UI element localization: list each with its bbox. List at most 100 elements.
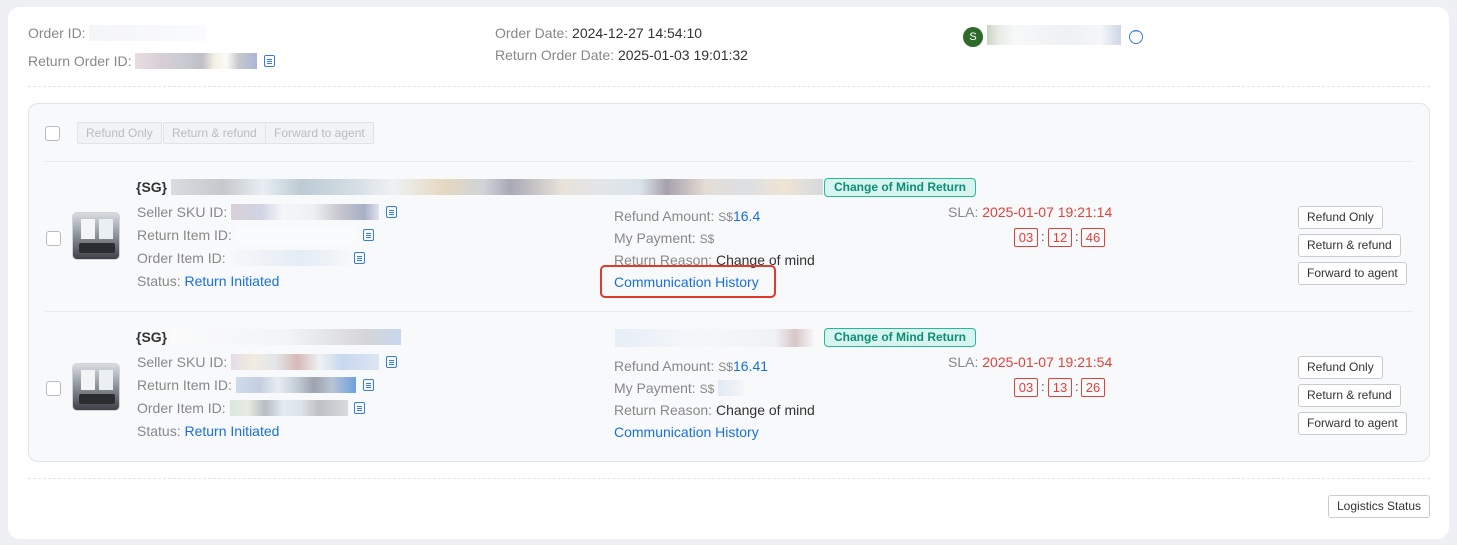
seller-sku-row: Seller SKU ID: bbox=[137, 204, 398, 220]
return-item-id-redacted bbox=[235, 377, 356, 393]
product-title-redacted bbox=[171, 179, 824, 195]
items-divider bbox=[45, 161, 1413, 162]
currency: S$ bbox=[718, 210, 733, 224]
my-payment-label: My Payment: bbox=[614, 230, 696, 246]
product-thumbnail bbox=[72, 363, 120, 411]
timer-minutes: 12 bbox=[1048, 228, 1072, 247]
order-id-label: Order ID: bbox=[28, 25, 86, 41]
return-item-id-label: Return Item ID: bbox=[137, 227, 232, 243]
order-item-id-label: Order Item ID: bbox=[137, 400, 226, 416]
order-date-row: Order Date: 2024-12-27 14:54:10 bbox=[495, 25, 702, 41]
status-value[interactable]: Return Initiated bbox=[184, 273, 279, 289]
sla-value: 2025-01-07 19:21:14 bbox=[982, 204, 1113, 220]
forward-agent-button[interactable]: Forward to agent bbox=[1298, 262, 1407, 285]
refund-amount-row: Refund Amount: S$16.41 bbox=[614, 358, 768, 374]
sla-row: SLA: 2025-01-07 19:21:14 bbox=[948, 204, 1112, 220]
return-item-id-row: Return Item ID: bbox=[137, 227, 374, 243]
timer-minutes: 13 bbox=[1048, 378, 1072, 397]
refund-amount-value: 16.41 bbox=[732, 358, 769, 374]
return-order-date-row: Return Order Date: 2025-01-03 19:01:32 bbox=[495, 47, 748, 63]
item-checkbox[interactable] bbox=[46, 381, 61, 396]
refund-amount-row: Refund Amount: S$16.4 bbox=[614, 208, 760, 224]
select-all-checkbox[interactable] bbox=[45, 126, 60, 141]
sla-value: 2025-01-07 19:21:54 bbox=[982, 354, 1113, 370]
status-value[interactable]: Return Initiated bbox=[184, 423, 279, 439]
seller-sku-row: Seller SKU ID: bbox=[137, 354, 398, 370]
forward-agent-button[interactable]: Forward to agent bbox=[1298, 412, 1407, 435]
return-refund-button[interactable]: Return & refund bbox=[1298, 234, 1401, 257]
return-order-date-value: 2025-01-03 19:01:32 bbox=[617, 47, 748, 63]
order-id-row: Order ID: bbox=[28, 25, 208, 41]
timer-colon: : bbox=[1041, 229, 1045, 244]
copy-icon[interactable] bbox=[264, 55, 276, 67]
refund-amount-label: Refund Amount: bbox=[614, 208, 715, 224]
timer-seconds: 46 bbox=[1081, 228, 1105, 247]
return-refund-button[interactable]: Return & refund bbox=[1298, 384, 1401, 407]
product-thumbnail bbox=[72, 212, 120, 260]
product-title[interactable]: {SG} bbox=[136, 179, 824, 195]
sla-label: SLA: bbox=[948, 354, 979, 370]
buyer-avatar: S bbox=[963, 27, 983, 47]
my-payment-label: My Payment: bbox=[614, 380, 696, 396]
bulk-return-refund-button[interactable]: Return & refund bbox=[163, 122, 266, 144]
product-title[interactable]: {SG} bbox=[136, 329, 402, 345]
return-type-tag: Change of Mind Return bbox=[824, 178, 976, 197]
refund-amount-label: Refund Amount: bbox=[614, 358, 715, 374]
return-order-card: Order ID: Return Order ID: Order Date: 2… bbox=[8, 7, 1449, 539]
buyer-name-redacted bbox=[987, 25, 1121, 45]
copy-icon[interactable] bbox=[386, 356, 398, 368]
bulk-forward-agent-button[interactable]: Forward to agent bbox=[265, 122, 374, 144]
sla-label: SLA: bbox=[948, 204, 979, 220]
my-payment-row: My Payment: S$ bbox=[614, 380, 745, 396]
return-reason-row: Return Reason: Change of mind bbox=[614, 402, 815, 418]
timer-seconds: 26 bbox=[1081, 378, 1105, 397]
refund-only-button[interactable]: Refund Only bbox=[1298, 206, 1383, 229]
order-date-label: Order Date: bbox=[495, 25, 569, 41]
bulk-refund-only-button[interactable]: Refund Only bbox=[77, 122, 162, 144]
timer-hours: 03 bbox=[1014, 378, 1038, 397]
return-type-tag: Change of Mind Return bbox=[824, 328, 976, 347]
timer-colon: : bbox=[1075, 229, 1079, 244]
copy-icon[interactable] bbox=[354, 402, 366, 414]
order-item-id-redacted bbox=[229, 400, 348, 416]
currency: S$ bbox=[699, 232, 715, 246]
communication-history-link[interactable]: Communication History bbox=[614, 424, 759, 440]
chat-icon[interactable] bbox=[1129, 26, 1143, 44]
highlight-box bbox=[600, 265, 776, 298]
timer-colon: : bbox=[1041, 379, 1045, 394]
return-reason-value: Change of mind bbox=[715, 402, 815, 418]
seller-sku-label: Seller SKU ID: bbox=[137, 354, 228, 370]
logistics-status-button[interactable]: Logistics Status bbox=[1328, 495, 1431, 518]
return-order-id-redacted bbox=[135, 53, 258, 69]
status-row: Status: Return Initiated bbox=[137, 273, 279, 289]
product-title-redacted bbox=[615, 329, 815, 347]
return-order-id-label: Return Order ID: bbox=[28, 53, 132, 69]
order-id-redacted bbox=[89, 25, 208, 41]
refund-only-button[interactable]: Refund Only bbox=[1298, 356, 1383, 379]
my-payment-row: My Payment: S$ bbox=[614, 230, 714, 246]
copy-icon[interactable] bbox=[386, 206, 398, 218]
copy-icon[interactable] bbox=[354, 252, 366, 264]
status-label: Status: bbox=[137, 273, 181, 289]
return-item-id-redacted bbox=[235, 227, 356, 243]
order-item-id-row: Order Item ID: bbox=[137, 400, 366, 416]
seller-sku-label: Seller SKU ID: bbox=[137, 204, 228, 220]
return-item-id-row: Return Item ID: bbox=[137, 377, 374, 393]
return-items-panel: Refund Only Return & refund Forward to a… bbox=[28, 103, 1430, 462]
copy-icon[interactable] bbox=[362, 379, 374, 391]
status-label: Status: bbox=[137, 423, 181, 439]
timer-hours: 03 bbox=[1014, 228, 1038, 247]
copy-icon[interactable] bbox=[362, 229, 374, 241]
my-payment-redacted bbox=[718, 380, 745, 396]
sla-row: SLA: 2025-01-07 19:21:54 bbox=[948, 354, 1112, 370]
item-checkbox[interactable] bbox=[46, 231, 61, 246]
order-item-id-redacted bbox=[229, 250, 348, 266]
order-date-value: 2024-12-27 14:54:10 bbox=[572, 25, 703, 41]
currency: S$ bbox=[699, 382, 715, 396]
return-order-date-label: Return Order Date: bbox=[495, 47, 615, 63]
footer-divider bbox=[28, 478, 1430, 479]
header-divider bbox=[28, 86, 1430, 87]
product-title-prefix: {SG} bbox=[136, 329, 168, 345]
refund-amount-value: 16.4 bbox=[732, 208, 761, 224]
item-row-divider bbox=[45, 311, 1413, 312]
